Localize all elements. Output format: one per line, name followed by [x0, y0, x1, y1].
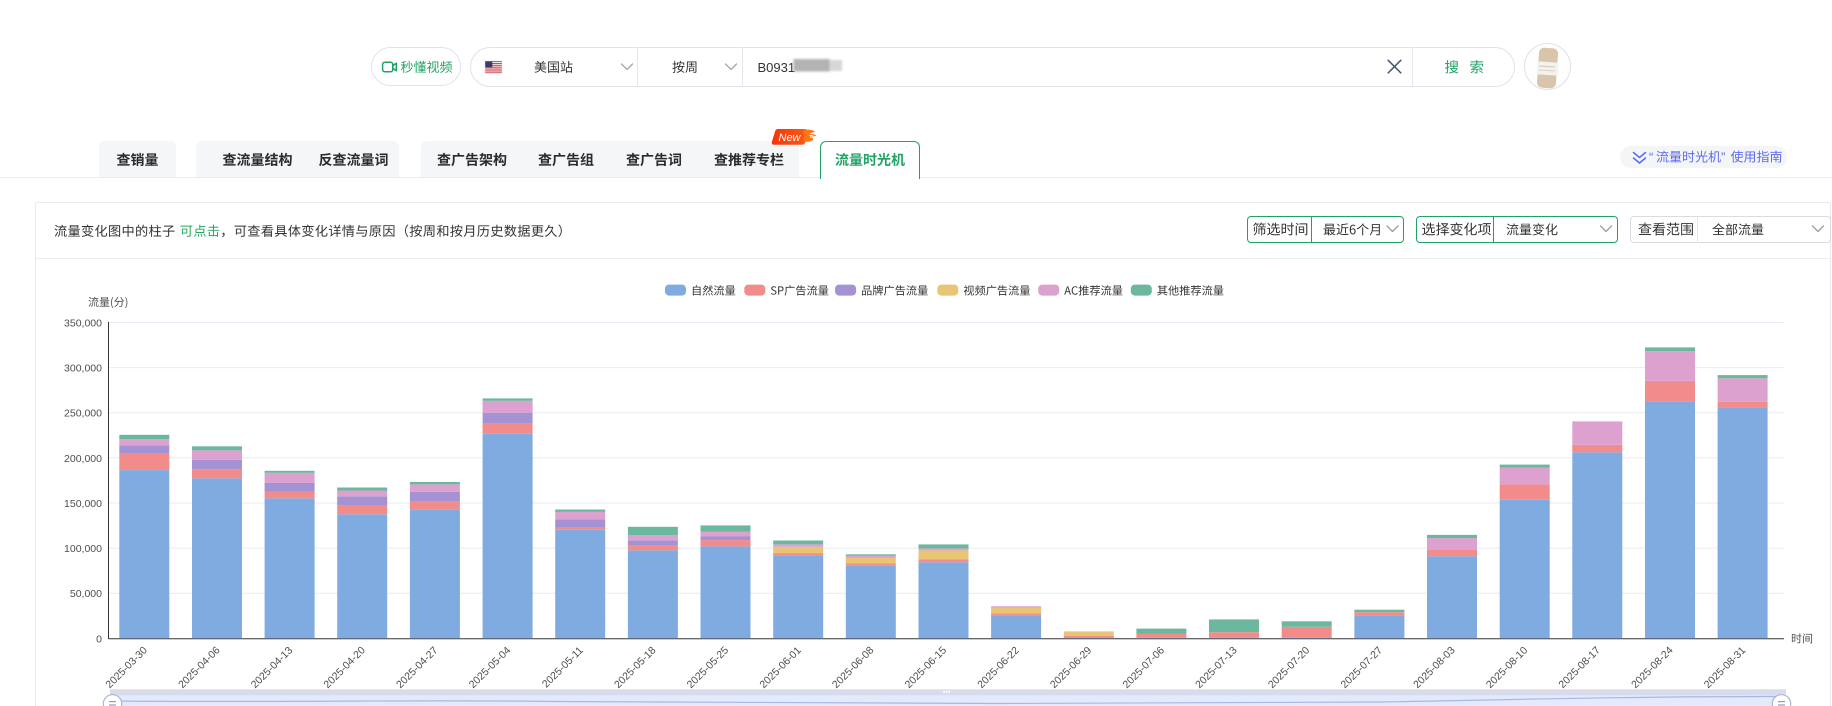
svg-text:2025-04-20: 2025-04-20	[321, 644, 368, 691]
svg-text:2025-06-08: 2025-06-08	[830, 644, 877, 691]
svg-text:2025-07-20: 2025-07-20	[1266, 644, 1313, 691]
svg-text:2025-05-25: 2025-05-25	[685, 644, 732, 691]
svg-text:2025-07-27: 2025-07-27	[1339, 644, 1386, 691]
svg-text:2025-08-17: 2025-08-17	[1556, 644, 1603, 691]
svg-text:2025-07-06: 2025-07-06	[1121, 644, 1168, 691]
svg-text:2025-06-29: 2025-06-29	[1048, 644, 1095, 691]
svg-text:2025-08-31: 2025-08-31	[1702, 644, 1749, 691]
svg-text:2025-06-15: 2025-06-15	[903, 644, 950, 691]
svg-text:2025-05-11: 2025-05-11	[540, 644, 586, 690]
svg-text:2025-04-27: 2025-04-27	[394, 644, 441, 691]
svg-text:New: New	[779, 132, 802, 144]
svg-text:2025-04-06: 2025-04-06	[176, 644, 223, 691]
svg-text:2025-08-24: 2025-08-24	[1629, 644, 1676, 691]
svg-text:2025-07-13: 2025-07-13	[1193, 644, 1240, 691]
svg-text:2025-04-13: 2025-04-13	[249, 644, 296, 691]
svg-text:“: “	[1649, 150, 1653, 165]
svg-text:2025-05-18: 2025-05-18	[612, 644, 659, 691]
svg-text:100,000: 100,000	[64, 543, 102, 555]
svg-text:B0931: B0931	[758, 60, 796, 75]
svg-text:2025-08-10: 2025-08-10	[1484, 644, 1531, 691]
svg-text:250,000: 250,000	[64, 408, 102, 420]
svg-text:2025-05-04: 2025-05-04	[467, 644, 514, 691]
svg-text:200,000: 200,000	[64, 453, 102, 465]
svg-text:150,000: 150,000	[64, 498, 102, 510]
svg-text:300,000: 300,000	[64, 363, 102, 375]
svg-text:0: 0	[96, 633, 102, 645]
svg-text:2025-06-22: 2025-06-22	[975, 644, 1022, 691]
svg-text:2025-03-30: 2025-03-30	[103, 644, 150, 691]
svg-text:”: ”	[1721, 150, 1725, 165]
svg-text:2025-08-03: 2025-08-03	[1411, 644, 1458, 691]
svg-text:50,000: 50,000	[70, 588, 102, 600]
svg-text:2025-06-01: 2025-06-01	[757, 644, 804, 691]
svg-text:350,000: 350,000	[64, 318, 102, 330]
